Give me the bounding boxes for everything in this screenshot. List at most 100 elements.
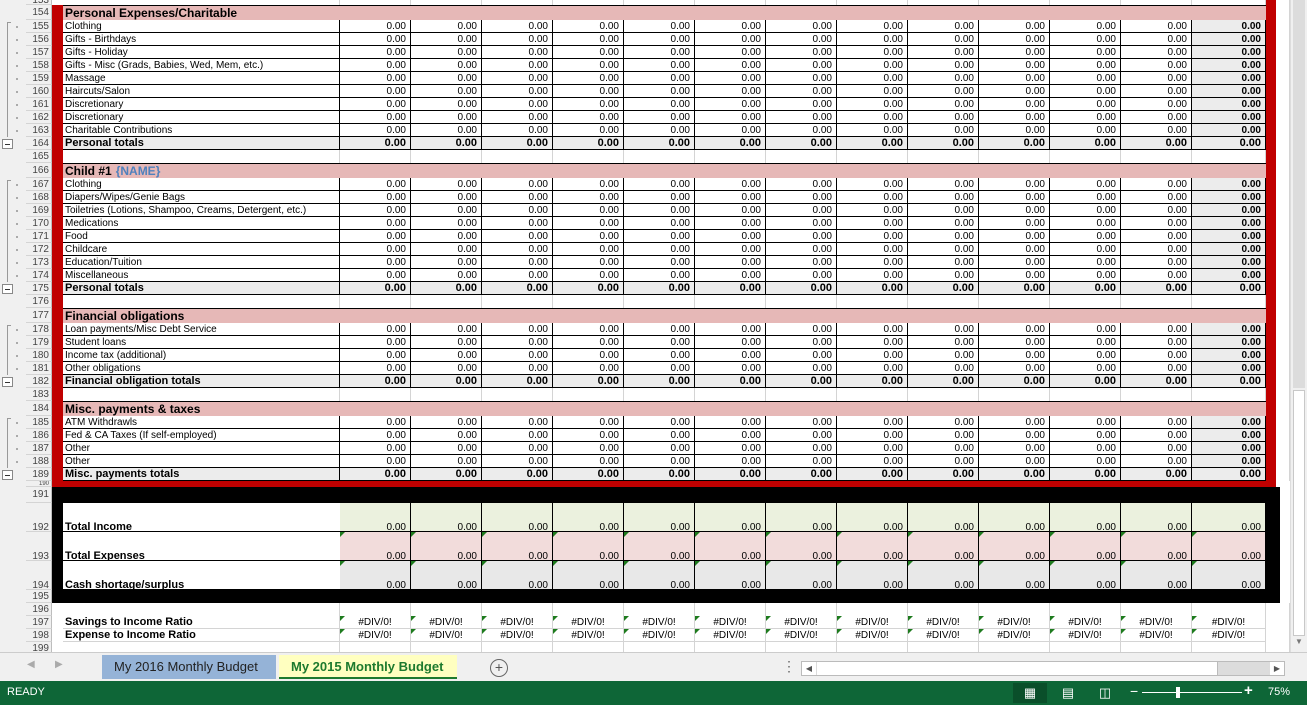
month-cell[interactable]: 0.00 <box>553 323 624 336</box>
cell[interactable] <box>553 295 624 308</box>
month-cell[interactable]: 0.00 <box>482 98 553 111</box>
month-cell[interactable]: 0.00 <box>553 124 624 137</box>
total-cell[interactable]: 0.00 <box>695 468 766 481</box>
month-cell[interactable]: 0.00 <box>766 362 837 375</box>
month-cell[interactable]: 0.00 <box>340 243 411 256</box>
month-cell[interactable]: 0.00 <box>766 85 837 98</box>
month-cell[interactable]: 0.00 <box>624 33 695 46</box>
month-cell[interactable]: 0.00 <box>1121 204 1192 217</box>
month-cell[interactable]: 0.00 <box>340 85 411 98</box>
month-cell[interactable]: 0.00 <box>908 33 979 46</box>
month-cell[interactable]: 0.00 <box>837 455 908 468</box>
month-cell[interactable]: 0.00 <box>766 442 837 455</box>
year-total-cell[interactable]: 0.00 <box>1192 111 1266 124</box>
cell[interactable] <box>63 295 340 308</box>
month-cell[interactable]: 0.00 <box>340 256 411 269</box>
total-cell[interactable]: 0.00 <box>979 137 1050 150</box>
month-cell[interactable]: 0.00 <box>482 269 553 282</box>
cell[interactable] <box>411 295 482 308</box>
month-cell[interactable]: 0.00 <box>411 362 482 375</box>
month-cell[interactable]: 0.00 <box>1121 269 1192 282</box>
month-cell[interactable]: 0.00 <box>411 59 482 72</box>
month-cell[interactable]: 0.00 <box>908 98 979 111</box>
month-cell[interactable]: 0.00 <box>837 429 908 442</box>
month-cell[interactable]: 0.00 <box>411 416 482 429</box>
month-cell[interactable]: 0.00 <box>837 124 908 137</box>
month-cell[interactable]: 0.00 <box>624 59 695 72</box>
month-cell[interactable]: 0.00 <box>340 59 411 72</box>
row-header[interactable]: 185 <box>26 416 52 429</box>
ratio-cell[interactable]: #DIV/0! <box>766 616 837 629</box>
total-cell[interactable]: 0.00 <box>766 282 837 295</box>
month-cell[interactable]: 0.00 <box>695 72 766 85</box>
month-cell[interactable]: 0.00 <box>837 98 908 111</box>
month-cell[interactable]: 0.00 <box>979 416 1050 429</box>
year-total-cell[interactable]: 0.00 <box>1192 72 1266 85</box>
month-cell[interactable]: 0.00 <box>908 429 979 442</box>
summary-cell[interactable]: 0.00 <box>340 503 411 532</box>
summary-cell[interactable]: 0.00 <box>695 503 766 532</box>
total-cell[interactable]: 0.00 <box>908 468 979 481</box>
month-cell[interactable]: 0.00 <box>1050 323 1121 336</box>
month-cell[interactable]: 0.00 <box>1121 442 1192 455</box>
cell[interactable] <box>979 150 1050 163</box>
month-cell[interactable]: 0.00 <box>340 124 411 137</box>
month-cell[interactable]: 0.00 <box>695 429 766 442</box>
month-cell[interactable]: 0.00 <box>979 243 1050 256</box>
month-cell[interactable]: 0.00 <box>1050 204 1121 217</box>
ratio-cell[interactable]: #DIV/0! <box>908 616 979 629</box>
month-cell[interactable]: 0.00 <box>979 230 1050 243</box>
month-cell[interactable]: 0.00 <box>411 217 482 230</box>
month-cell[interactable]: 0.00 <box>1050 230 1121 243</box>
cell[interactable] <box>340 642 411 652</box>
month-cell[interactable]: 0.00 <box>1121 362 1192 375</box>
row-header[interactable]: 162 <box>26 111 52 124</box>
total-cell[interactable]: 0.00 <box>1050 282 1121 295</box>
cell[interactable] <box>979 642 1050 652</box>
cell[interactable] <box>340 603 411 616</box>
month-cell[interactable]: 0.00 <box>482 230 553 243</box>
cell[interactable] <box>766 642 837 652</box>
cell[interactable] <box>1050 295 1121 308</box>
month-cell[interactable]: 0.00 <box>1121 336 1192 349</box>
month-cell[interactable]: 0.00 <box>553 429 624 442</box>
month-cell[interactable]: 0.00 <box>1050 124 1121 137</box>
month-cell[interactable]: 0.00 <box>411 323 482 336</box>
row-header[interactable]: 171 <box>26 230 52 243</box>
month-cell[interactable]: 0.00 <box>624 20 695 33</box>
month-cell[interactable]: 0.00 <box>1050 72 1121 85</box>
scroll-down-arrow-icon[interactable]: ▼ <box>1293 637 1305 650</box>
total-cell[interactable]: 0.00 <box>1121 375 1192 388</box>
total-cell[interactable]: 0.00 <box>1050 468 1121 481</box>
year-total-cell[interactable]: 0.00 <box>1192 85 1266 98</box>
month-cell[interactable]: 0.00 <box>553 72 624 85</box>
month-cell[interactable]: 0.00 <box>766 33 837 46</box>
summary-cell[interactable]: 0.00 <box>1050 532 1121 561</box>
cell[interactable] <box>1192 295 1266 308</box>
month-cell[interactable]: 0.00 <box>766 124 837 137</box>
month-cell[interactable]: 0.00 <box>837 336 908 349</box>
month-cell[interactable]: 0.00 <box>1121 217 1192 230</box>
summary-cell[interactable]: 0.00 <box>553 561 624 590</box>
month-cell[interactable]: 0.00 <box>1050 85 1121 98</box>
month-cell[interactable]: 0.00 <box>979 204 1050 217</box>
month-cell[interactable]: 0.00 <box>766 191 837 204</box>
row-header[interactable]: 188 <box>26 455 52 468</box>
month-cell[interactable]: 0.00 <box>979 256 1050 269</box>
cell[interactable] <box>1121 295 1192 308</box>
month-cell[interactable]: 0.00 <box>553 336 624 349</box>
month-cell[interactable]: 0.00 <box>837 230 908 243</box>
month-cell[interactable]: 0.00 <box>766 416 837 429</box>
month-cell[interactable]: 0.00 <box>695 269 766 282</box>
scroll-right-arrow-icon[interactable]: ▶ <box>1270 662 1284 675</box>
month-cell[interactable]: 0.00 <box>908 336 979 349</box>
month-cell[interactable]: 0.00 <box>411 429 482 442</box>
cell[interactable] <box>624 603 695 616</box>
outline-collapse-icon[interactable] <box>2 284 13 294</box>
summary-cell[interactable]: 0.00 <box>837 532 908 561</box>
month-cell[interactable]: 0.00 <box>695 256 766 269</box>
year-total-cell[interactable]: 0.00 <box>1192 98 1266 111</box>
month-cell[interactable]: 0.00 <box>695 442 766 455</box>
month-cell[interactable]: 0.00 <box>837 85 908 98</box>
row-header[interactable]: 174 <box>26 269 52 282</box>
